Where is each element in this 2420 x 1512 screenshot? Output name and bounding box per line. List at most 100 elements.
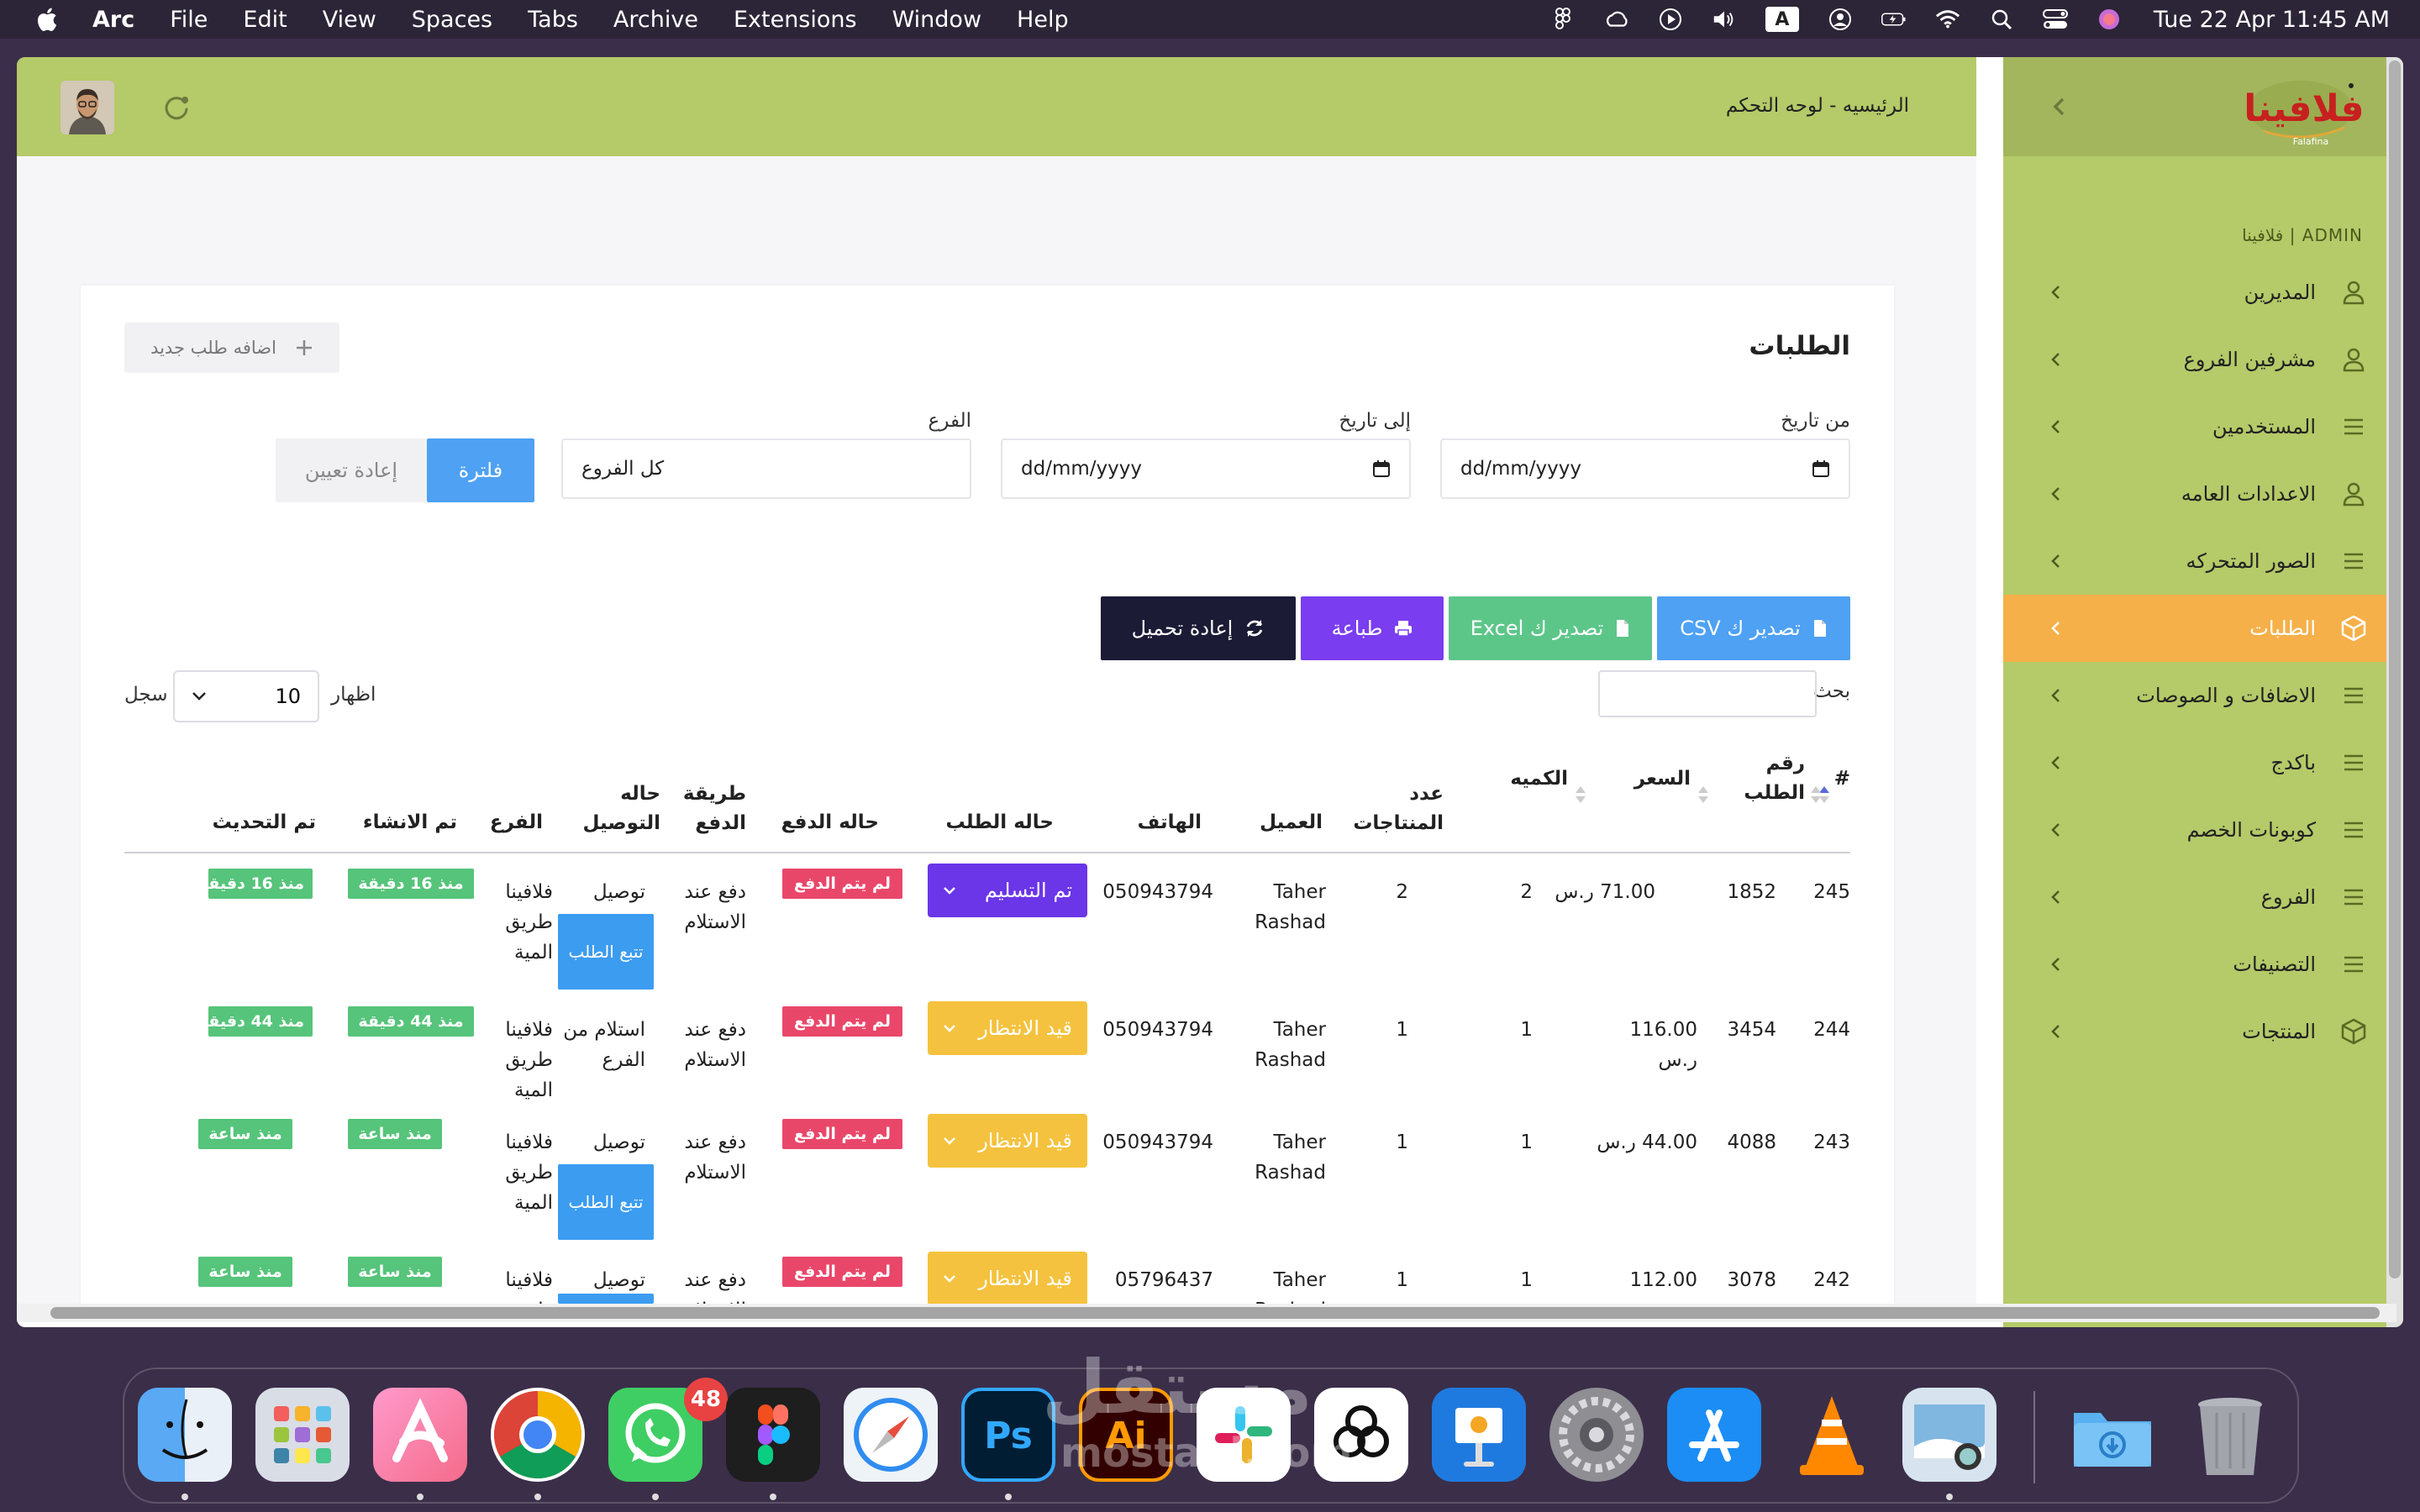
cell-order-no: 3078 (1727, 1269, 1776, 1291)
play-icon[interactable] (1658, 7, 1683, 32)
th-price[interactable]: السعر (1634, 764, 1691, 794)
horizontal-scroll-thumb[interactable] (50, 1307, 2380, 1319)
sidebar-item-categories[interactable]: التصنيفات (2003, 931, 2403, 998)
sidebar-item-orders[interactable]: الطلبات (2003, 595, 2403, 662)
menu-view[interactable]: View (323, 7, 376, 33)
sidebar-item-managers[interactable]: المديرين (2003, 259, 2403, 326)
wifi-icon[interactable] (1935, 7, 1960, 32)
track-order-button[interactable]: تتبع الطلب (558, 1164, 654, 1240)
menu-help[interactable]: Help (1017, 7, 1069, 33)
sidebar-item-general-settings[interactable]: الاعدادات العامه (2003, 460, 2403, 528)
figma-icon[interactable] (726, 1388, 820, 1482)
sort-icon[interactable] (1575, 785, 1586, 805)
apple-icon[interactable] (34, 6, 59, 33)
track-order-button[interactable] (558, 1294, 654, 1304)
vlc-icon[interactable] (1785, 1388, 1879, 1482)
print-label: طباعة (1331, 617, 1383, 640)
menu-extensions[interactable]: Extensions (734, 7, 857, 33)
creative-cloud-icon[interactable] (1604, 7, 1629, 32)
battery-icon[interactable] (1881, 7, 1907, 32)
menu-window[interactable]: Window (892, 7, 981, 33)
horizontal-scrollbar[interactable] (17, 1304, 2396, 1322)
filter-button[interactable]: فلترة (427, 438, 534, 502)
clock[interactable]: Tue 22 Apr 11:45 AM (2154, 7, 2390, 33)
sidebar-item-packages[interactable]: باكدج (2003, 729, 2403, 796)
th-customer[interactable]: العميل (1260, 808, 1323, 837)
sidebar-item-addons-sauces[interactable]: الاضافات و الصوصات (2003, 662, 2403, 729)
keynote-icon[interactable] (1432, 1388, 1526, 1482)
th-pay-status[interactable]: حاله الدفع (781, 808, 879, 837)
vertical-scrollbar[interactable] (2386, 57, 2403, 1327)
vertical-scroll-thumb[interactable] (2389, 60, 2401, 1278)
appstore-icon[interactable] (1667, 1388, 1761, 1482)
order-status-select[interactable]: قيد الانتظار (928, 1001, 1087, 1055)
sidebar-item-sliders[interactable]: الصور المتحركه (2003, 528, 2403, 595)
chrome-icon[interactable] (491, 1388, 585, 1482)
page-size-select[interactable]: 10 (173, 670, 319, 722)
sidebar-item-branch-supervisors[interactable]: مشرفين الفروع (2003, 326, 2403, 393)
cell-delivery: توصيل (592, 1131, 645, 1153)
launchpad-icon[interactable] (255, 1388, 350, 1482)
track-order-button[interactable]: تتبع الطلب (558, 914, 654, 990)
sidebar-item-branches[interactable]: الفروع (2003, 864, 2403, 931)
falafina-logo[interactable]: فلافينا Falafina (2210, 69, 2365, 150)
export-csv-button[interactable]: تصدير ك CSV (1657, 596, 1850, 660)
sidebar-item-products[interactable]: المنتجات (2003, 998, 2403, 1065)
refresh-notification-icon[interactable] (161, 92, 192, 123)
sidebar-collapse-chevron-icon[interactable] (2047, 92, 2072, 121)
calendar-icon[interactable] (1812, 459, 1830, 478)
add-order-button[interactable]: اضافه طلب جديد (124, 323, 339, 373)
downloads-icon[interactable] (2065, 1388, 2160, 1482)
menu-tabs[interactable]: Tabs (528, 7, 578, 33)
th-qty[interactable]: الكميه (1510, 764, 1568, 794)
finder-icon[interactable] (138, 1388, 232, 1482)
volume-icon[interactable] (1712, 7, 1737, 32)
branch-select[interactable]: كل الفروع (561, 438, 971, 499)
spotlight-search-icon[interactable] (1989, 7, 2014, 32)
export-excel-button[interactable]: تصدير ك Excel (1449, 596, 1652, 660)
siri-icon[interactable] (2096, 7, 2122, 32)
safari-icon[interactable] (844, 1388, 938, 1482)
th-updated[interactable]: تم التحديث (213, 808, 316, 837)
th-delivery[interactable]: حاله التوصيل (583, 780, 660, 838)
preview-icon[interactable] (1902, 1388, 1996, 1482)
sort-icon[interactable] (1697, 785, 1709, 805)
th-order-no[interactable]: رقم الطلب (1744, 749, 1805, 808)
menu-file[interactable]: File (170, 7, 208, 33)
cell-num: 245 (1813, 881, 1850, 903)
sidebar-item-coupons[interactable]: كوبونات الخصم (2003, 796, 2403, 864)
th-status[interactable]: حاله الطلب (946, 808, 1054, 837)
reload-button[interactable]: إعادة تحميل (1101, 596, 1296, 660)
sort-icon[interactable] (1810, 785, 1822, 805)
order-status-select[interactable]: قيد الانتظار (928, 1114, 1087, 1168)
arc-icon[interactable] (373, 1388, 467, 1482)
settings-icon[interactable] (1549, 1388, 1644, 1482)
from-date-input[interactable]: dd/mm/yyyy (1440, 438, 1850, 499)
control-center-icon[interactable] (2042, 7, 2068, 32)
sidebar-item-users[interactable]: المستخدمين (2003, 393, 2403, 460)
cell-customer: Taher Rashad (1255, 1131, 1326, 1184)
calendar-icon[interactable] (1372, 459, 1391, 478)
reset-button[interactable]: إعادة تعيين (276, 438, 427, 502)
menu-spaces[interactable]: Spaces (412, 7, 492, 33)
cell-order-no: 1852 (1727, 881, 1776, 903)
th-pay-method[interactable]: طريقة الدفع (679, 780, 746, 838)
order-status-select[interactable]: قيد الانتظار (928, 1252, 1087, 1305)
th-num[interactable]: # (1834, 764, 1850, 794)
menu-edit[interactable]: Edit (243, 7, 287, 33)
menu-archive[interactable]: Archive (613, 7, 698, 33)
to-date-input[interactable]: dd/mm/yyyy (1001, 438, 1411, 499)
user-account-icon[interactable] (1828, 7, 1853, 32)
avatar[interactable] (60, 81, 114, 134)
search-input[interactable] (1598, 670, 1817, 717)
th-created[interactable]: تم الانشاء (363, 808, 457, 837)
figma-status-icon[interactable] (1550, 7, 1576, 32)
menu-app-name[interactable]: Arc (92, 7, 134, 33)
order-status-select[interactable]: تم التسليم (928, 864, 1087, 917)
th-branch[interactable]: الفرع (490, 808, 543, 837)
th-products[interactable]: عدد المنتاجات (1351, 780, 1444, 838)
input-source-indicator[interactable]: A (1765, 7, 1799, 32)
print-button[interactable]: طباعة (1301, 596, 1444, 660)
trash-icon[interactable] (2183, 1388, 2277, 1482)
th-phone[interactable]: الهاتف (1138, 808, 1202, 837)
